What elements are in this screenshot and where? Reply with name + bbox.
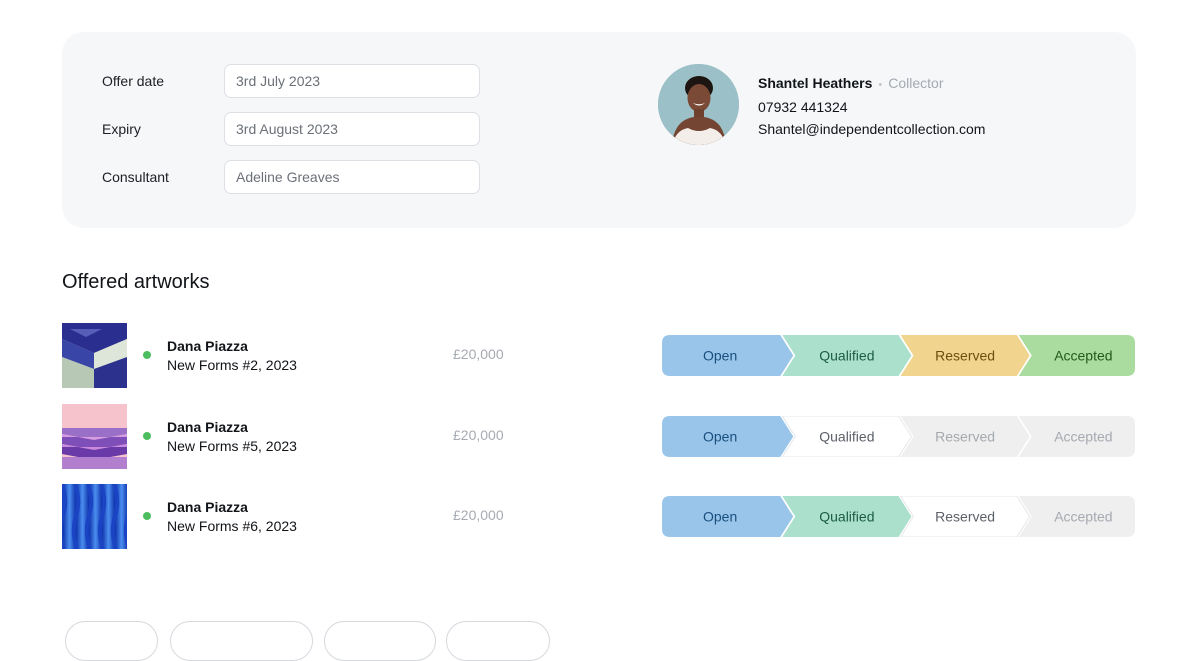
stage-qualified[interactable]: Qualified [782,335,912,376]
section-title: Offered artworks [62,271,210,293]
status-pipeline: Open Qualified Reserved Accepted [662,496,1135,537]
stage-open[interactable]: Open [662,496,794,537]
offer-details-card: Offer date 3rd July 2023 Expiry 3rd Augu… [62,32,1136,228]
artwork-details: Dana Piazza New Forms #2, 2023 [167,337,297,375]
pipeline-graphic: Open Qualified Reserved Accepted [662,335,1135,376]
artwork-price: £20,000 [453,427,504,443]
expiry-row: Expiry 3rd August 2023 [102,111,480,147]
stage-label: Reserved [935,509,995,525]
action-pill-3[interactable] [324,621,436,661]
consultant-input[interactable]: Adeline Greaves [224,160,480,194]
contact-role: Collector [888,75,944,91]
offer-date-label: Offer date [102,73,165,89]
artwork-thumbnail[interactable] [62,404,127,469]
stage-label: Accepted [1054,429,1112,445]
offer-date-input[interactable]: 3rd July 2023 [224,64,480,98]
stage-qualified[interactable]: Qualified [781,416,913,457]
consultant-label: Consultant [102,169,169,185]
status-pipeline: Open Qualified Reserved Accepted [662,335,1135,376]
contact-name: Shantel Heathers [758,75,873,91]
artwork-title: New Forms #6, 2023 [167,518,297,534]
contact-info: Shantel Heathers • Collector 07932 441324 … [758,72,985,145]
pipeline-graphic: Open Qualified Reserved Accepted [662,496,1135,537]
action-pill-2[interactable] [170,621,313,661]
contact-email[interactable]: Shantel@independentcollection.com [758,118,985,140]
consultant-row: Consultant Adeline Greaves [102,159,480,195]
stage-reserved[interactable]: Reserved [900,416,1030,457]
stage-label: Accepted [1054,348,1112,364]
stage-label: Accepted [1054,509,1112,525]
status-dot [143,432,151,440]
stage-accepted[interactable]: Accepted [1018,416,1135,457]
stage-label: Open [703,348,737,364]
artist-name: Dana Piazza [167,419,248,435]
artwork-row[interactable]: Dana Piazza New Forms #5, 2023 £20,000 O… [62,404,1136,469]
collector-contact: Shantel Heathers • Collector 07932 441324 … [658,64,985,145]
stage-label: Reserved [935,429,995,445]
stage-open[interactable]: Open [662,335,794,376]
expiry-input[interactable]: 3rd August 2023 [224,112,480,146]
artwork-row[interactable]: Dana Piazza New Forms #6, 2023 £20,000 O… [62,484,1136,549]
expiry-label: Expiry [102,121,141,137]
stage-label: Open [703,429,737,445]
action-pill-1[interactable] [65,621,158,661]
artist-name: Dana Piazza [167,499,248,515]
stage-label: Qualified [819,509,874,525]
expiry-value: 3rd August 2023 [236,121,338,137]
artwork-title: New Forms #2, 2023 [167,357,297,373]
status-dot [143,512,151,520]
stage-label: Open [703,509,737,525]
pipeline-graphic: Open Qualified Reserved Accepted [662,416,1135,457]
contact-phone[interactable]: 07932 441324 [758,96,985,118]
artwork-thumbnail[interactable] [62,484,127,549]
status-pipeline: Open Qualified Reserved Accepted [662,416,1135,457]
status-dot [143,351,151,359]
artist-name: Dana Piazza [167,338,248,354]
consultant-value: Adeline Greaves [236,169,340,185]
artwork-details: Dana Piazza New Forms #5, 2023 [167,418,297,456]
artwork-price: £20,000 [453,346,504,362]
artwork-title: New Forms #5, 2023 [167,438,297,454]
stage-open[interactable]: Open [662,416,794,457]
stage-label: Reserved [935,348,995,364]
artwork-thumbnail[interactable] [62,323,127,388]
stage-label: Qualified [819,429,874,445]
artwork-row[interactable]: Dana Piazza New Forms #2, 2023 £20,000 O… [62,323,1136,388]
stage-reserved[interactable]: Reserved [899,496,1031,537]
stage-reserved[interactable]: Reserved [900,335,1030,376]
stage-accepted[interactable]: Accepted [1018,496,1135,537]
avatar-portrait [658,64,739,145]
stage-qualified[interactable]: Qualified [782,496,912,537]
stage-label: Qualified [819,348,874,364]
contact-name-line: Shantel Heathers • Collector [758,72,985,96]
action-pill-4[interactable] [446,621,550,661]
artwork-details: Dana Piazza New Forms #6, 2023 [167,498,297,536]
offer-date-value: 3rd July 2023 [236,73,321,89]
avatar[interactable] [658,64,739,145]
stage-accepted[interactable]: Accepted [1018,335,1135,376]
offer-date-row: Offer date 3rd July 2023 [102,63,480,99]
artwork-price: £20,000 [453,507,504,523]
contact-separator: • [878,79,883,91]
